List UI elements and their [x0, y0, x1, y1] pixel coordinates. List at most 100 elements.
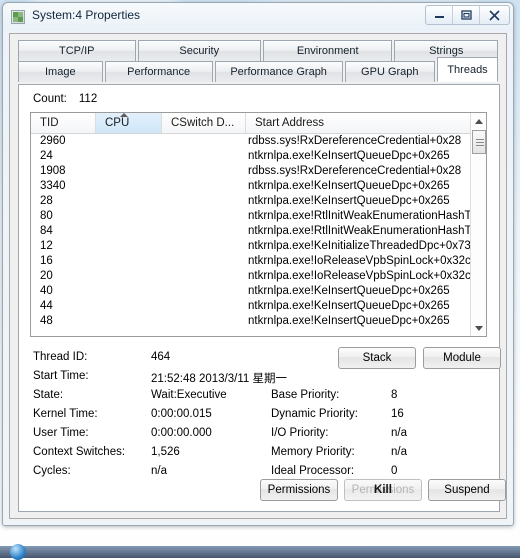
- cell-cswitch: [162, 149, 246, 164]
- cell-cswitch: [162, 314, 246, 329]
- detail-value: n/a: [151, 465, 167, 477]
- tab-performance[interactable]: Performance: [104, 61, 213, 82]
- cell-address: ntkrnlpa.exe!RtlInitWeakEnumerationHashT…: [248, 225, 471, 237]
- thread-list-rows[interactable]: 2960 rdbss.sys!RxDereferenceCredential+0x…: [31, 134, 471, 336]
- thread-count: Count: 112: [33, 93, 97, 105]
- table-row[interactable]: 20 ntkrnlpa.exe!IoReleaseVpbSpinLock+0x32…: [31, 269, 471, 284]
- close-icon[interactable]: [480, 6, 509, 24]
- cell-tid: 28: [40, 195, 53, 207]
- column-header-address[interactable]: Start Address: [246, 113, 472, 133]
- cell-cpu: [96, 209, 162, 224]
- cell-tid: 84: [40, 225, 53, 237]
- cell-tid: 44: [40, 300, 53, 312]
- table-row[interactable]: 12 ntkrnlpa.exe!KeInitializeThreadedDpc+0…: [31, 239, 471, 254]
- column-header-tid[interactable]: TID: [31, 113, 96, 133]
- table-row[interactable]: 24 ntkrnlpa.exe!KeInsertQueueDpc+0x265: [31, 149, 471, 164]
- cell-cpu: [96, 149, 162, 164]
- table-row[interactable]: 2960 rdbss.sys!RxDereferenceCredential+0x…: [31, 134, 471, 149]
- tab-threads[interactable]: Threads: [437, 57, 498, 82]
- scroll-up-icon[interactable]: [471, 113, 486, 129]
- maximize-icon[interactable]: [453, 6, 480, 24]
- table-row[interactable]: 80 ntkrnlpa.exe!RtlInitWeakEnumerationHas…: [31, 209, 471, 224]
- cell-cpu: [96, 254, 162, 269]
- tab-security[interactable]: Security: [137, 40, 261, 61]
- table-row[interactable]: 1908 rdbss.sys!RxDereferenceCredential+0x…: [31, 164, 471, 179]
- cell-address: ntkrnlpa.exe!KeInsertQueueDpc+0x265: [248, 285, 450, 297]
- table-row[interactable]: 44 ntkrnlpa.exe!KeInsertQueueDpc+0x265: [31, 299, 471, 314]
- cell-cswitch: [162, 299, 246, 314]
- cell-tid: 3340: [40, 180, 66, 192]
- tab-strip: TCP/IP Security Environment Strings Image Pe…: [18, 40, 500, 85]
- detail-value: 464: [151, 351, 171, 363]
- column-header-cswitch[interactable]: CSwitch D...: [162, 113, 246, 133]
- permissions-button[interactable]: Permissions: [260, 479, 338, 501]
- cell-address: ntkrnlpa.exe!KeInsertQueueDpc+0x265: [248, 315, 450, 327]
- detail-value: 21:52:48 2013/3/11 星期一: [151, 373, 287, 385]
- cell-tid: 12: [40, 240, 53, 252]
- kill-button[interactable]: Permissions Kill: [344, 479, 422, 501]
- scroll-down-icon[interactable]: [471, 320, 486, 336]
- column-header-label: TID: [40, 117, 59, 129]
- cell-tid: 40: [40, 285, 53, 297]
- cell-address: rdbss.sys!RxDereferenceCredential+0x28: [248, 135, 462, 147]
- table-row[interactable]: 48 ntkrnlpa.exe!KeInsertQueueDpc+0x265: [31, 314, 471, 329]
- window-title: System:4 Properties: [32, 8, 141, 22]
- detail-value: 1,526: [151, 446, 180, 458]
- minimize-icon[interactable]: [426, 6, 453, 24]
- detail-value: 16: [391, 408, 404, 420]
- threads-tab-panel: Count: 112 TID CPU CSwitch D... Start Addres…: [18, 84, 506, 512]
- cell-address: rdbss.sys!RxDereferenceCredential+0x28: [248, 165, 462, 177]
- table-row[interactable]: 28 ntkrnlpa.exe!KeInsertQueueDpc+0x265: [31, 194, 471, 209]
- detail-label: I/O Priority:: [271, 427, 329, 439]
- cell-cpu: [96, 134, 162, 149]
- suspend-button[interactable]: Suspend: [428, 479, 506, 501]
- suspend-button-label: Suspend: [444, 484, 490, 496]
- cell-address: ntkrnlpa.exe!RtlInitWeakEnumerationHashT…: [248, 210, 471, 222]
- tab-performance-graph[interactable]: Performance Graph: [214, 61, 343, 82]
- thread-list-scrollbar[interactable]: [470, 113, 486, 336]
- tab-label: Threads: [447, 64, 488, 76]
- cell-cswitch: [162, 224, 246, 239]
- title-bar[interactable]: System:4 Properties: [3, 3, 513, 31]
- tab-image[interactable]: Image: [18, 61, 103, 82]
- detail-value: n/a: [391, 427, 407, 439]
- cell-cswitch: [162, 209, 246, 224]
- table-row[interactable]: 3340 ntkrnlpa.exe!KeInsertQueueDpc+0x265: [31, 179, 471, 194]
- cell-cpu: [96, 269, 162, 284]
- cell-cpu: [96, 224, 162, 239]
- cell-cpu: [96, 299, 162, 314]
- thread-list[interactable]: TID CPU CSwitch D... Start Address 2960 rdbs…: [30, 112, 487, 337]
- table-row[interactable]: 16 ntkrnlpa.exe!IoReleaseVpbSpinLock+0x32…: [31, 254, 471, 269]
- detail-value: 0: [391, 465, 398, 477]
- cell-tid: 48: [40, 315, 53, 327]
- tab-environment[interactable]: Environment: [262, 40, 393, 61]
- thread-count-label: Count:: [33, 93, 67, 105]
- tab-label: Strings: [429, 45, 464, 57]
- cell-cpu: [96, 239, 162, 254]
- column-header-label: Start Address: [255, 117, 325, 129]
- column-header-label: CPU: [105, 117, 130, 129]
- column-header-label: CSwitch D...: [171, 117, 235, 129]
- thread-list-header: TID CPU CSwitch D... Start Address: [31, 113, 486, 134]
- caption-buttons: [425, 5, 510, 25]
- cell-cpu: [96, 164, 162, 179]
- cell-cpu: [96, 194, 162, 209]
- stack-button[interactable]: Stack: [338, 347, 416, 369]
- cell-cswitch: [162, 284, 246, 299]
- detail-label: User Time:: [33, 427, 89, 439]
- bottom-buttons: Permissions Permissions Kill Suspend: [19, 479, 506, 503]
- module-button[interactable]: Module: [423, 347, 501, 369]
- cell-tid: 24: [40, 150, 53, 162]
- tab-tcp-ip[interactable]: TCP/IP: [18, 40, 136, 61]
- tab-gpu-graph[interactable]: GPU Graph: [344, 61, 436, 82]
- taskbar[interactable]: [0, 544, 520, 560]
- cell-tid: 1908: [40, 165, 66, 177]
- table-row[interactable]: 84 ntkrnlpa.exe!RtlInitWeakEnumerationHas…: [31, 224, 471, 239]
- detail-value: 0:00:00.000: [151, 427, 212, 439]
- cell-tid: 80: [40, 210, 53, 222]
- table-row[interactable]: 40 ntkrnlpa.exe!KeInsertQueueDpc+0x265: [31, 284, 471, 299]
- detail-label: Dynamic Priority:: [271, 408, 358, 420]
- properties-window: System:4 Properties TCP/IP Security Enviro…: [2, 2, 514, 526]
- scrollbar-thumb[interactable]: [472, 130, 486, 154]
- column-header-cpu[interactable]: CPU: [96, 113, 162, 133]
